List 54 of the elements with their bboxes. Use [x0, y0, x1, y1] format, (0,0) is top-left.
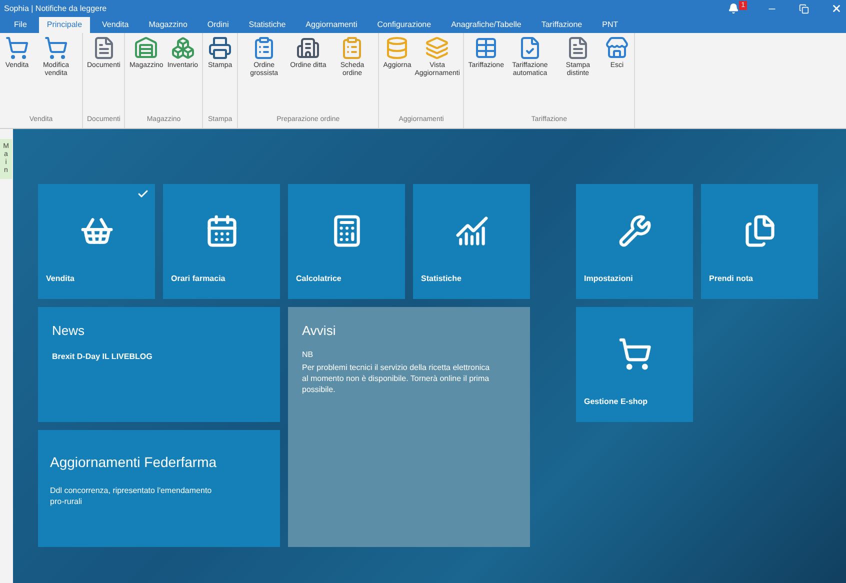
restore-icon[interactable]	[799, 4, 809, 14]
document-icon	[742, 214, 776, 248]
ribbon-tab[interactable]: Magazzino	[140, 17, 196, 33]
news-headline[interactable]: Brexit D-Day IL LIVEBLOG	[52, 350, 266, 362]
ribbon-tab[interactable]: PNT	[594, 17, 626, 33]
layers-icon	[425, 36, 450, 60]
cart-icon	[5, 36, 29, 60]
notice-tile[interactable]: Avvisi NB Per problemi tecnici il servizio della ricetta elettronica al momento non è disponibile. Tornerà online il prima possibile.	[288, 307, 530, 547]
printer-icon	[208, 36, 232, 60]
federfarma-tile[interactable]: Aggiornamenti Federfarma Ddl concorrenza, ripresentato l'emendamento pro-rurali	[38, 430, 280, 547]
tile-label: Prendi nota	[709, 273, 754, 285]
tile-label: Gestione E-shop	[584, 396, 648, 408]
tile-label: Orari farmacia	[171, 273, 226, 285]
database-icon	[385, 36, 410, 60]
ribbon-tab[interactable]: Principale	[38, 17, 90, 33]
building-icon	[296, 36, 320, 60]
app-tile[interactable]: Orari farmacia	[163, 184, 280, 299]
tile-label: Calcolatrice	[296, 273, 342, 285]
cart-icon	[44, 36, 68, 60]
app-tile[interactable]: Statistiche	[413, 184, 530, 299]
bell-icon[interactable]	[728, 3, 739, 14]
window-title: Sophia | Notifiche da leggere	[4, 2, 108, 14]
boxes-icon	[170, 36, 195, 60]
app-tile[interactable]: Gestione E-shop	[576, 307, 693, 422]
tile-label: Impostazioni	[584, 273, 633, 285]
ribbon-tab[interactable]: Vendita	[94, 17, 137, 33]
tile-title: Avvisi	[302, 322, 337, 340]
ribbon-tab[interactable]: Ordini	[199, 17, 237, 33]
federfarma-text: Ddl concorrenza, ripresentato l'emendamento pro-rurali	[50, 485, 213, 507]
table-icon	[474, 36, 498, 60]
tile-label: Vendita	[46, 273, 74, 285]
store-icon	[604, 36, 629, 60]
ribbon-tab[interactable]: Aggiornamenti	[298, 17, 366, 33]
app-tile[interactable]: Impostazioni	[576, 184, 693, 299]
cart-icon	[618, 337, 652, 371]
notice-text: NB	[302, 348, 314, 360]
tile-title: Aggiornamenti Federfarma	[50, 453, 218, 472]
ribbon-tab[interactable]: Tariffazione	[533, 17, 590, 33]
ribbon-tab[interactable]: Configurazione	[369, 17, 440, 33]
tools-icon	[618, 214, 652, 248]
news-tile[interactable]: News Brexit D-Day IL LIVEBLOG	[38, 307, 280, 422]
tile-title: News	[52, 322, 86, 340]
calendar-icon	[204, 214, 238, 248]
tile-label: Statistiche	[421, 273, 462, 285]
ribbon-tab[interactable]: Anagrafiche/Tabelle	[443, 17, 530, 33]
ribbon-tab[interactable]: Statistiche	[240, 17, 294, 33]
warehouse-icon	[134, 36, 158, 60]
notice-text: Per problemi tecnici il servizio della ricetta elettronica al momento non è disponibile. Tornerà online il prima possibile.	[302, 362, 491, 394]
app-tile[interactable]: Vendita	[38, 184, 155, 299]
app-tile[interactable]: Calcolatrice	[288, 184, 405, 299]
app-tile[interactable]: Prendi nota	[701, 184, 818, 299]
chart-icon	[454, 214, 488, 248]
ribbon-tab[interactable]: File	[6, 17, 35, 33]
close-icon[interactable]	[831, 3, 842, 14]
